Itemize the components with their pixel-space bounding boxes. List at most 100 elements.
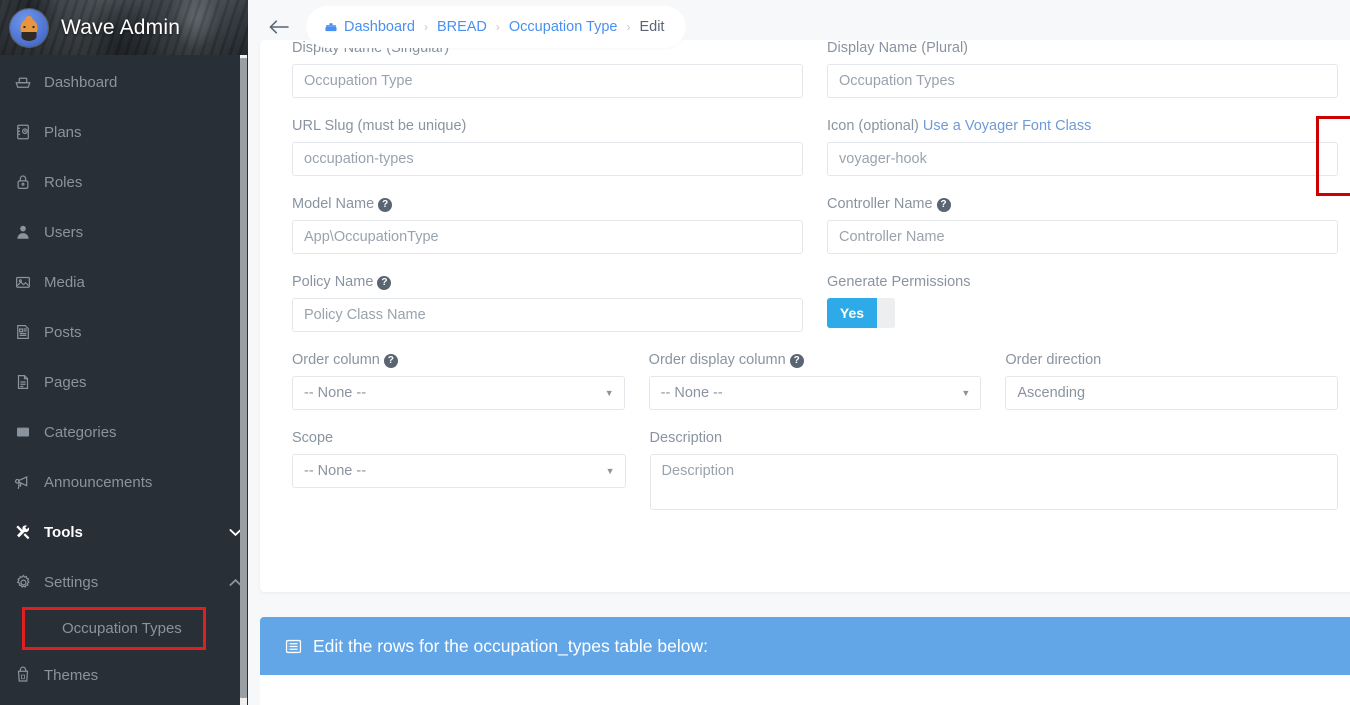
order-column-select[interactable]: -- None -- ▼ xyxy=(292,376,625,410)
form-col-controller: Controller Name? xyxy=(815,196,1350,274)
sidebar-item-label: Users xyxy=(44,223,84,241)
sidebar-subitem-label: Occupation Types xyxy=(62,620,182,637)
sidebar-item-label: Posts xyxy=(44,323,82,341)
back-button[interactable] xyxy=(262,10,296,44)
description-textarea[interactable] xyxy=(649,454,1338,510)
sidebar-item-label: Pages xyxy=(44,373,87,391)
field-label: Display Name (Plural) xyxy=(827,40,969,56)
form-col-model: Model Name? xyxy=(280,196,815,274)
sidebar-item-announcements[interactable]: Announcements xyxy=(0,457,248,507)
policy-name-input[interactable] xyxy=(292,298,803,332)
field-label-text: Icon (optional) xyxy=(827,118,923,134)
sidebar-nav-list: Dashboard Plans Roles Users Media Posts … xyxy=(0,55,248,700)
field-generate-permissions: Generate Permissions Yes xyxy=(827,274,1338,328)
model-name-input[interactable] xyxy=(292,220,803,254)
sidebar-item-media[interactable]: Media xyxy=(0,257,248,307)
brand-title: Wave Admin xyxy=(61,15,181,39)
sidebar-item-settings[interactable]: Settings xyxy=(0,557,248,607)
tools-icon xyxy=(14,523,44,542)
form-col-order-direction: Order direction Ascending xyxy=(993,352,1350,430)
sidebar-item-tools[interactable]: Tools xyxy=(0,507,248,557)
field-label: Icon (optional) Use a Voyager Font Class xyxy=(827,118,1338,134)
breadcrumb-separator: › xyxy=(626,20,631,34)
field-label: Generate Permissions xyxy=(827,274,971,290)
sidebar-item-label: Plans xyxy=(44,123,82,141)
sidebar-item-plans[interactable]: Plans xyxy=(0,107,248,157)
breadcrumb-item-occupation-type[interactable]: Occupation Type xyxy=(509,19,618,35)
sidebar-item-label: Media xyxy=(44,273,85,291)
themes-bucket-icon xyxy=(14,666,44,684)
scope-select[interactable]: -- None -- ▼ xyxy=(292,454,626,488)
field-model-name: Model Name? xyxy=(292,196,803,254)
sidebar-item-users[interactable]: Users xyxy=(0,207,248,257)
field-policy-name: Policy Name? xyxy=(292,274,803,332)
posts-icon xyxy=(14,323,44,341)
breadcrumb-separator: › xyxy=(423,20,428,34)
categories-box-icon xyxy=(14,423,44,441)
form-row-ordering: Order column? -- None -- ▼ Order display… xyxy=(280,352,1350,430)
order-display-column-select[interactable]: -- None -- ▼ xyxy=(648,376,982,410)
field-label: Order display column? xyxy=(649,352,982,368)
brand[interactable]: Wave Admin xyxy=(0,0,248,55)
help-icon[interactable]: ? xyxy=(789,354,804,368)
sidebar-item-label: Dashboard xyxy=(44,73,118,91)
sidebar-item-label: Roles xyxy=(44,173,83,191)
field-label: Description xyxy=(649,430,723,446)
voyager-font-class-link[interactable]: Use a Voyager Font Class xyxy=(923,118,1091,134)
main-content: Dashboard › BREAD › Occupation Type › Ed… xyxy=(248,0,1350,705)
field-label-text: Controller Name xyxy=(827,196,933,212)
breadcrumb-item-edit: Edit xyxy=(639,19,665,35)
sidebar-item-label: Announcements xyxy=(44,473,153,491)
image-icon xyxy=(14,273,44,291)
field-controller-name: Controller Name? xyxy=(827,196,1338,254)
form-row-model-controller: Model Name? Controller Name? xyxy=(280,196,1350,274)
controller-name-input[interactable] xyxy=(827,220,1338,254)
rows-panel-title-text: Edit the rows for the occupation_types t… xyxy=(313,635,708,656)
sidebar-item-occupation-types[interactable]: Occupation Types xyxy=(22,607,206,650)
help-icon[interactable]: ? xyxy=(377,276,392,290)
field-label-text: Order display column xyxy=(648,352,786,368)
field-label: Policy Name? xyxy=(292,274,803,290)
order-direction-select[interactable]: Ascending xyxy=(1005,376,1339,410)
breadcrumb-item-bread[interactable]: BREAD xyxy=(437,19,487,35)
field-scope: Scope -- None -- ▼ xyxy=(292,430,626,488)
briefcase-icon xyxy=(324,20,338,34)
sidebar-item-pages[interactable]: Pages xyxy=(0,357,248,407)
table-list-icon xyxy=(284,637,303,656)
help-icon[interactable]: ? xyxy=(383,354,398,368)
form-col-order-column: Order column? -- None -- ▼ xyxy=(280,352,637,430)
field-label: Order direction xyxy=(1005,352,1102,368)
help-icon[interactable]: ? xyxy=(936,198,951,212)
help-icon[interactable]: ? xyxy=(378,198,393,212)
sidebar-item-label: Themes xyxy=(44,666,99,684)
breadcrumb: Dashboard › BREAD › Occupation Type › Ed… xyxy=(306,6,687,48)
breadcrumb-bar: Dashboard › BREAD › Occupation Type › Ed… xyxy=(262,6,687,48)
sidebar-item-dashboard[interactable]: Dashboard xyxy=(0,57,248,107)
form-row-policy-permissions: Policy Name? Generate Permissions Yes xyxy=(280,274,1350,352)
sidebar-item-roles[interactable]: Roles xyxy=(0,157,248,207)
field-order-display-column: Order display column? -- None -- ▼ xyxy=(648,352,982,410)
chevron-down-icon: ▼ xyxy=(605,466,615,476)
sidebar-scrollbar-thumb[interactable] xyxy=(240,58,247,698)
sidebar-item-categories[interactable]: Categories xyxy=(0,407,248,457)
app-root: Wave Admin Dashboard Plans Roles Users M… xyxy=(0,0,1350,705)
url-slug-input[interactable] xyxy=(292,142,803,176)
field-label-text: Order column xyxy=(292,352,380,368)
breadcrumb-label: Dashboard xyxy=(344,19,415,35)
generate-permissions-toggle[interactable]: Yes xyxy=(827,298,895,328)
display-name-singular-input[interactable] xyxy=(292,64,803,98)
select-value: -- None -- xyxy=(304,385,367,401)
form-col-slug: URL Slug (must be unique) xyxy=(280,118,815,196)
select-value: -- None -- xyxy=(304,463,367,479)
icon-input[interactable] xyxy=(827,142,1338,176)
field-order-column: Order column? -- None -- ▼ xyxy=(292,352,625,410)
sidebar-item-posts[interactable]: Posts xyxy=(0,307,248,357)
form-row-slug-icon: URL Slug (must be unique) Icon (optional… xyxy=(280,118,1350,196)
plans-book-icon xyxy=(14,123,44,141)
breadcrumb-separator: › xyxy=(495,20,500,34)
form-col-description: Description xyxy=(638,430,1350,530)
dashboard-icon xyxy=(14,73,44,91)
breadcrumb-item-dashboard[interactable]: Dashboard xyxy=(324,19,415,35)
sidebar-item-themes[interactable]: Themes xyxy=(0,650,248,700)
display-name-plural-input[interactable] xyxy=(827,64,1338,98)
